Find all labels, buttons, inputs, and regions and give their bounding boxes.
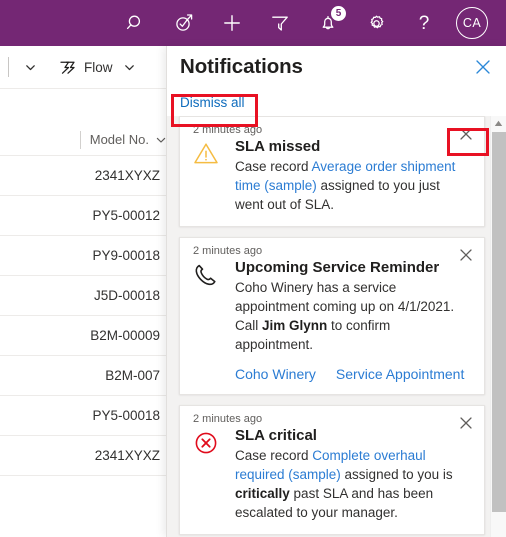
scrollbar-thumb[interactable] (492, 132, 506, 512)
notification-body: SLA missed Case record Average order ship… (193, 138, 470, 214)
notification-card[interactable]: 2 minutes ago SLA missed Case record Avera… (179, 116, 485, 227)
notification-text: Case record Average order shipment time … (235, 157, 470, 214)
table-row[interactable]: 2341XYXZ (0, 436, 175, 476)
notification-content: SLA critical Case record Complete overhau… (235, 427, 470, 522)
notification-action-links: Coho Winery Service Appointment (235, 366, 470, 382)
notification-timestamp: 2 minutes ago (193, 413, 263, 425)
search-icon[interactable] (112, 0, 160, 46)
command-bar-divider (8, 57, 9, 77)
grid-rows: 2341XYXZ PY5-00012 PY9-00018 J5D-00018 B2M-0… (0, 156, 175, 476)
notification-body: SLA critical Case record Complete overhau… (193, 427, 470, 522)
dismiss-notification-icon[interactable] (458, 415, 474, 431)
notification-title: Upcoming Service Reminder (235, 259, 440, 276)
notifications-bell-icon[interactable]: 5 (304, 0, 352, 46)
app-root: 5 ? CA Flow Model No. 2341XYXZ PY5-00012… (0, 0, 506, 537)
notification-title: SLA missed (235, 138, 321, 155)
column-divider (79, 130, 81, 149)
avatar-initials: CA (462, 16, 482, 30)
notification-card-list: 2 minutes ago SLA missed Case record Avera… (167, 116, 506, 537)
notification-emphasis: critically (235, 486, 290, 501)
model-number-cell: 2341XYXZ (94, 448, 160, 463)
page-title: Notifications (180, 55, 303, 78)
column-header-label: Model No. (89, 132, 149, 147)
filter-icon[interactable] (256, 0, 304, 46)
top-bar-icon-group: 5 ? CA (112, 0, 496, 46)
top-app-bar: 5 ? CA (0, 0, 506, 46)
dismiss-notification-icon[interactable] (458, 126, 474, 142)
error-circle-x-icon (193, 427, 235, 522)
model-number-cell: PY9-00018 (92, 248, 160, 263)
grid-column-header[interactable]: Model No. (0, 124, 175, 156)
model-number-cell: 2341XYXZ (94, 168, 160, 183)
notification-emphasis: Jim Glynn (262, 318, 328, 333)
notification-title: SLA critical (235, 427, 317, 444)
table-row[interactable]: PY5-00018 (0, 396, 175, 436)
table-row[interactable]: B2M-007 (0, 356, 175, 396)
notification-card[interactable]: 2 minutes ago Upcoming Service Reminder Co… (179, 237, 485, 395)
notification-text-segment: Case record (235, 159, 312, 174)
notification-card[interactable]: 2 minutes ago SLA critical Case record Com… (179, 405, 485, 535)
dismiss-all-button[interactable]: Dismiss all (180, 95, 245, 110)
notification-text: Coho Winery has a service appointment co… (235, 278, 470, 354)
dismiss-all-row: Dismiss all (167, 88, 506, 116)
notification-action-link[interactable]: Service Appointment (336, 366, 464, 382)
help-glyph: ? (418, 12, 430, 34)
notification-text: Case record Complete overhaul required (… (235, 446, 470, 522)
notification-action-link[interactable]: Coho Winery (235, 366, 316, 382)
table-row[interactable]: J5D-00018 (0, 276, 175, 316)
close-icon[interactable] (474, 58, 492, 76)
table-row[interactable]: 2341XYXZ (0, 156, 175, 196)
model-number-cell: PY5-00018 (92, 408, 160, 423)
table-row[interactable]: PY5-00012 (0, 196, 175, 236)
notification-body: Upcoming Service Reminder Coho Winery has… (193, 259, 470, 382)
table-row[interactable]: B2M-00009 (0, 316, 175, 356)
notification-timestamp: 2 minutes ago (193, 124, 263, 136)
assistant-icon[interactable] (160, 0, 208, 46)
scrollbar-up-arrow-icon[interactable] (491, 116, 506, 130)
quick-create-icon[interactable] (208, 0, 256, 46)
help-icon[interactable]: ? (400, 0, 448, 46)
notification-text-segment: Case record (235, 448, 313, 463)
flow-chevron-icon[interactable] (123, 61, 136, 74)
flow-button-label: Flow (84, 59, 113, 75)
user-avatar-button[interactable]: CA (448, 0, 496, 46)
dismiss-notification-icon[interactable] (458, 247, 474, 263)
notification-count-badge: 5 (331, 6, 346, 21)
notifications-panel-header: Notifications (167, 46, 506, 88)
model-number-cell: B2M-00009 (90, 328, 160, 343)
model-number-cell: B2M-007 (105, 368, 160, 383)
command-overflow-chevron-icon[interactable] (19, 53, 41, 81)
warning-triangle-icon (193, 138, 235, 214)
flow-button[interactable]: Flow (59, 59, 113, 76)
model-number-cell: PY5-00012 (92, 208, 160, 223)
model-number-cell: J5D-00018 (93, 288, 160, 303)
table-row[interactable]: PY9-00018 (0, 236, 175, 276)
avatar: CA (456, 7, 488, 39)
notification-text-segment: assigned to you is (340, 467, 453, 482)
notification-content: Upcoming Service Reminder Coho Winery has… (235, 259, 470, 382)
notification-content: SLA missed Case record Average order ship… (235, 138, 470, 214)
notifications-panel: Notifications Dismiss all 2 minutes ago S… (166, 46, 506, 537)
settings-gear-icon[interactable] (352, 0, 400, 46)
command-bar: Flow (0, 46, 175, 89)
notification-timestamp: 2 minutes ago (193, 245, 263, 257)
phone-icon (193, 259, 235, 382)
panel-scrollbar[interactable] (490, 116, 506, 537)
